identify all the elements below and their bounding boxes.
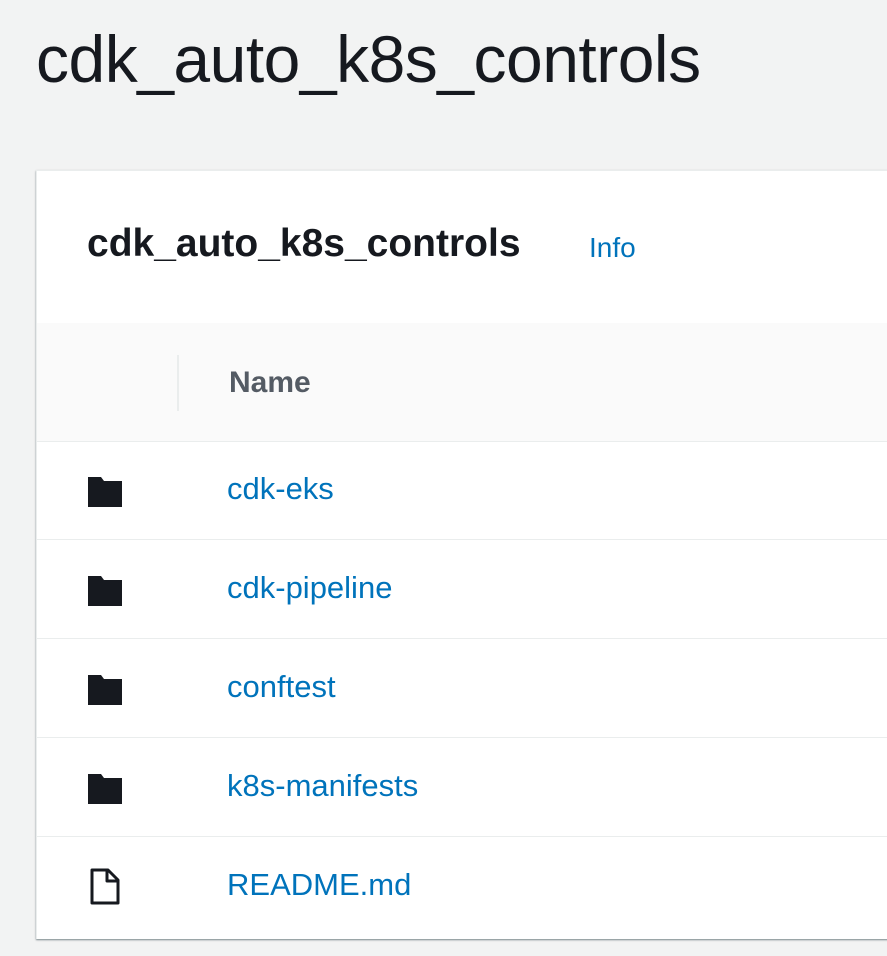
page-title: cdk_auto_k8s_controls (36, 22, 701, 96)
file-icon (87, 867, 123, 905)
repository-panel: cdk_auto_k8s_controls Info Name cdk-eks … (36, 170, 887, 939)
file-link-readme[interactable]: README.md (227, 865, 411, 905)
table-header: Name (37, 323, 887, 442)
folder-icon (87, 471, 123, 509)
folder-icon (87, 570, 123, 608)
table-row: k8s-manifests (37, 738, 887, 837)
panel-title: cdk_auto_k8s_controls (87, 222, 521, 265)
table-row: cdk-eks (37, 441, 887, 540)
folder-icon (87, 669, 123, 707)
table-row: README.md (37, 837, 887, 935)
folder-link-k8s-manifests[interactable]: k8s-manifests (227, 766, 418, 806)
folder-link-conftest[interactable]: conftest (227, 667, 336, 707)
folder-link-cdk-pipeline[interactable]: cdk-pipeline (227, 568, 392, 608)
folder-icon (87, 768, 123, 806)
table-row: conftest (37, 639, 887, 738)
file-list: cdk-eks cdk-pipeline conftest k8s-manife… (37, 441, 887, 935)
column-header-name[interactable]: Name (229, 363, 311, 403)
panel-header: cdk_auto_k8s_controls Info (37, 171, 887, 324)
info-link[interactable]: Info (589, 231, 636, 265)
folder-link-cdk-eks[interactable]: cdk-eks (227, 469, 334, 509)
column-divider[interactable] (177, 355, 179, 411)
table-row: cdk-pipeline (37, 540, 887, 639)
